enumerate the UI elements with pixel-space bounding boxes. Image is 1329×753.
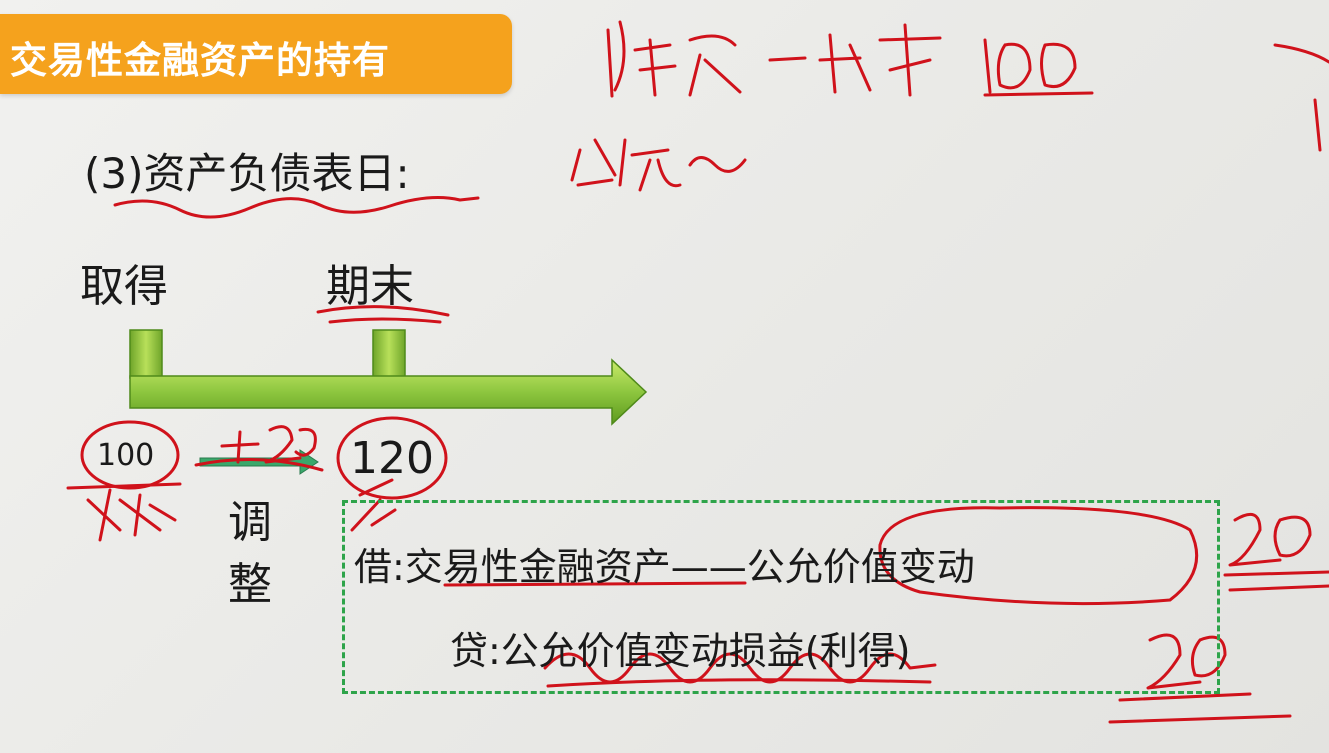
journal-debit-line: 借:交易性金融资产——公允价值变动 bbox=[354, 545, 975, 589]
annotation-wave-heading bbox=[113, 196, 480, 219]
timeline-start-value: 100 bbox=[97, 438, 155, 473]
annotation-twenty-right-1 bbox=[1223, 512, 1329, 592]
timeline-tick-end bbox=[372, 329, 406, 379]
annotation-handwriting-fairvalue bbox=[570, 138, 747, 192]
annotation-scribble-initial bbox=[66, 482, 182, 542]
adjust-label-top: 调 bbox=[228, 497, 272, 548]
annotation-underline-period-end bbox=[316, 305, 450, 317]
timeline-tick-start bbox=[129, 329, 163, 379]
annotation-underline-period-end-2 bbox=[328, 317, 442, 324]
annotation-corner-stroke bbox=[1273, 43, 1329, 152]
annotation-handwriting-top bbox=[606, 20, 1094, 98]
timeline-end-value: 120 bbox=[350, 433, 434, 484]
journal-credit-line: 贷:公允价值变动损益(利得) bbox=[450, 629, 911, 673]
adjust-label-bottom: 整 bbox=[228, 559, 272, 610]
